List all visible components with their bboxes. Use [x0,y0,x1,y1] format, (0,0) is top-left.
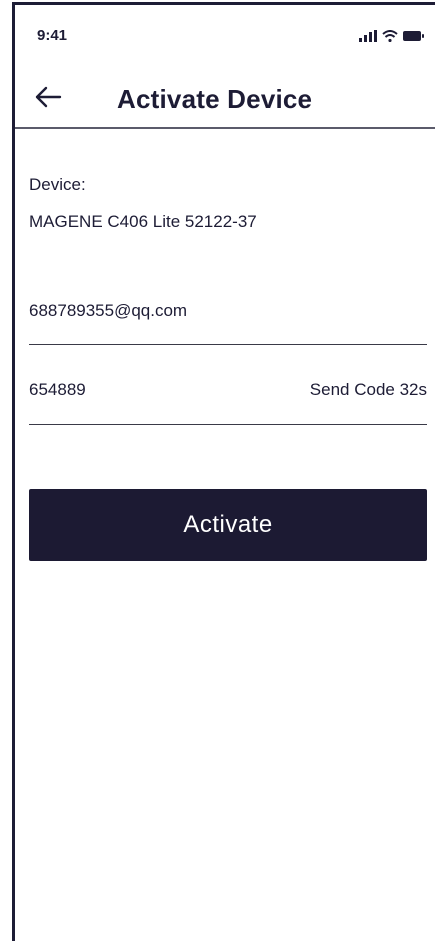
verification-code-field[interactable]: 654889 Send Code 32s [29,371,427,425]
arrow-left-icon [34,86,62,113]
battery-icon [403,29,425,47]
email-field[interactable]: 688789355@qq.com [29,292,427,345]
email-value: 688789355@qq.com [29,301,188,320]
status-time: 9:41 [37,27,68,44]
signal-icon [359,29,377,47]
device-label: Device: [29,175,86,194]
status-icons [359,29,425,47]
activate-button[interactable]: Activate [29,489,427,561]
device-name: MAGENE C406 Lite 52122-37 [29,212,257,231]
code-value: 654889 [29,380,86,399]
phone-screen: 9:41 Activate Device Device: MAGENE C406… [12,2,435,941]
nav-bar: Activate Device [15,67,435,129]
wifi-icon [382,29,398,47]
send-code-button[interactable]: Send Code 32s [310,380,427,400]
status-bar: 9:41 [15,5,435,65]
back-button[interactable] [31,82,65,116]
page-title: Activate Device [117,84,313,114]
